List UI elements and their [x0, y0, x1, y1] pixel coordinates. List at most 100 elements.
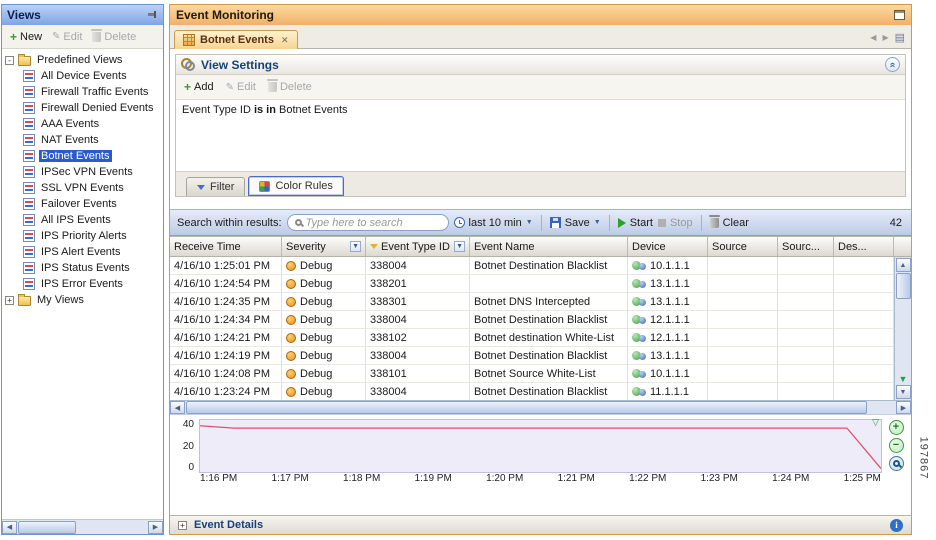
tree-item-ips-priority-alerts[interactable]: IPS Priority Alerts [2, 228, 163, 244]
table-row[interactable]: 4/16/10 1:24:34 PMDebug338004Botnet Dest… [170, 311, 894, 329]
tree-item-firewall-traffic-events[interactable]: Firewall Traffic Events [2, 84, 163, 100]
clear-button[interactable]: Clear [710, 217, 749, 229]
tree-item-failover-events[interactable]: Failover Events [2, 196, 163, 212]
column-filter-dropdown-icon[interactable]: ▼ [350, 241, 361, 252]
table-row[interactable]: 4/16/10 1:24:19 PMDebug338004Botnet Dest… [170, 347, 894, 365]
expand-expander-icon[interactable]: + [5, 296, 14, 305]
search-input[interactable] [306, 217, 441, 229]
view-settings-panel: View Settings » + Add ✎ Edit Delete Even… [175, 54, 906, 197]
start-button[interactable]: Start [618, 217, 653, 229]
time-range-dropdown[interactable]: last 10 min ▼ [454, 217, 533, 229]
table-row[interactable]: 4/16/10 1:24:35 PMDebug338301Botnet DNS … [170, 293, 894, 311]
scrollbar-thumb[interactable] [896, 273, 911, 299]
tree-item-ips-status-events[interactable]: IPS Status Events [2, 260, 163, 276]
column-header-event-type-id[interactable]: Event Type ID▼ [366, 237, 470, 256]
expand-details-icon[interactable]: + [178, 521, 187, 530]
column-header-receive-time[interactable]: Receive Time [170, 237, 282, 256]
magnifier-icon [893, 460, 900, 467]
window-title-bar: Event Monitoring [170, 5, 911, 25]
x-tick-label: 1:24 PM [772, 473, 809, 487]
add-filter-button[interactable]: + Add [180, 79, 218, 95]
table-row[interactable]: 4/16/10 1:24:08 PMDebug338101Botnet Sour… [170, 365, 894, 383]
scroll-up-icon[interactable]: ▲ [896, 258, 911, 272]
stop-button[interactable]: Stop [658, 217, 693, 229]
tree-item-all-device-events[interactable]: All Device Events [2, 68, 163, 84]
cell-destination [834, 347, 894, 365]
tree-item-firewall-denied-events[interactable]: Firewall Denied Events [2, 100, 163, 116]
tree-item-ips-alert-events[interactable]: IPS Alert Events [2, 244, 163, 260]
tree-item-predefined-views[interactable]: - Predefined Views [2, 52, 163, 68]
tab-scroll-right-icon[interactable]: ▶ [882, 33, 888, 42]
info-icon[interactable]: i [890, 519, 903, 532]
tab-filter[interactable]: Filter [186, 177, 245, 196]
scroll-left-icon[interactable]: ◀ [170, 401, 185, 414]
column-header-event-name[interactable]: Event Name [470, 237, 628, 256]
filter-expression-list[interactable]: Event Type ID is in Botnet Events [176, 100, 905, 172]
tree-item-nat-events[interactable]: NAT Events [2, 132, 163, 148]
column-header-des-[interactable]: Des... [834, 237, 894, 256]
views-tree-items: All Device EventsFirewall Traffic Events… [2, 68, 163, 292]
edit-view-button[interactable]: ✎ Edit [48, 29, 86, 45]
collapse-panel-button[interactable]: » [885, 57, 900, 72]
save-button[interactable]: Save ▼ [550, 217, 601, 229]
table-row[interactable]: 4/16/10 1:25:01 PMDebug338004Botnet Dest… [170, 257, 894, 275]
table-horizontal-scrollbar[interactable]: ◀ ▶ [170, 400, 911, 415]
device-label: 12.1.1.1 [650, 314, 690, 326]
delete-filter-button[interactable]: Delete [264, 79, 316, 95]
column-filter-dropdown-icon[interactable]: ▼ [454, 241, 465, 252]
start-label: Start [630, 217, 653, 229]
jump-to-latest-icon[interactable]: ▼ [899, 375, 908, 384]
tree-item-my-views[interactable]: + My Views [2, 292, 163, 308]
scroll-down-icon[interactable]: ▼ [896, 385, 911, 399]
table-row[interactable]: 4/16/10 1:24:54 PMDebug33820113.1.1.1 [170, 275, 894, 293]
scroll-right-icon[interactable]: ▶ [148, 521, 163, 534]
maximize-icon[interactable] [894, 10, 905, 20]
view-doc-icon [23, 198, 35, 210]
tree-item-label: IPS Priority Alerts [39, 230, 129, 242]
column-header-device[interactable]: Device [628, 237, 708, 256]
tree-item-ipsec-vpn-events[interactable]: IPSec VPN Events [2, 164, 163, 180]
tab-close-icon[interactable]: ✕ [279, 35, 289, 46]
tree-item-ips-error-events[interactable]: IPS Error Events [2, 276, 163, 292]
tab-botnet-events[interactable]: Botnet Events ✕ [174, 30, 298, 49]
toolbar-separator [541, 215, 542, 231]
tab-list-icon[interactable]: ▤ [895, 31, 905, 44]
scrollbar-thumb[interactable] [18, 521, 76, 534]
device-icon [632, 314, 646, 325]
views-tree: - Predefined Views All Device EventsFire… [2, 49, 163, 519]
table-vertical-scrollbar[interactable]: ▲ ▼ ▼ [894, 257, 911, 400]
column-header-sourc-[interactable]: Sourc... [778, 237, 834, 256]
zoom-out-button[interactable]: − [889, 438, 904, 453]
tab-bar: Botnet Events ✕ ◀ ▶ ▤ [170, 25, 911, 49]
tree-item-botnet-events[interactable]: Botnet Events [2, 148, 163, 164]
tree-item-all-ips-events[interactable]: All IPS Events [2, 212, 163, 228]
search-results-label: Search within results: [177, 217, 282, 229]
event-rate-chart[interactable]: ▽ [199, 419, 882, 473]
table-row[interactable]: 4/16/10 1:24:21 PMDebug338102Botnet dest… [170, 329, 894, 347]
tree-item-aaa-events[interactable]: AAA Events [2, 116, 163, 132]
column-header-label: Receive Time [174, 241, 241, 253]
new-view-button[interactable]: + New [6, 29, 46, 45]
collapse-expander-icon[interactable]: - [5, 56, 14, 65]
tree-item-ssl-vpn-events[interactable]: SSL VPN Events [2, 180, 163, 196]
edit-filter-button[interactable]: ✎ Edit [222, 79, 260, 95]
scroll-left-icon[interactable]: ◀ [2, 521, 17, 534]
tab-scroll-left-icon[interactable]: ◀ [870, 33, 876, 42]
pin-icon[interactable] [148, 10, 158, 20]
zoom-in-button[interactable]: + [889, 420, 904, 435]
tab-color-rules[interactable]: Color Rules [248, 176, 343, 196]
column-header-source[interactable]: Source [708, 237, 778, 256]
table-row[interactable]: 4/16/10 1:23:24 PMDebug338004Botnet Dest… [170, 383, 894, 400]
scroll-right-icon[interactable]: ▶ [896, 401, 911, 414]
cell-event-name: Botnet destination White-List [470, 329, 628, 347]
chart-slider-handle[interactable]: ▽ [872, 418, 879, 427]
cell-event-name: Botnet DNS Intercepted [470, 293, 628, 311]
views-horizontal-scrollbar[interactable]: ◀ ▶ [2, 519, 163, 534]
x-tick-label: 1:20 PM [486, 473, 523, 487]
column-header-severity[interactable]: Severity▼ [282, 237, 366, 256]
views-toolbar: + New ✎ Edit Delete [2, 25, 163, 49]
magnifier-zoom-button[interactable] [889, 456, 904, 471]
delete-view-button[interactable]: Delete [88, 29, 140, 45]
cell-severity: Debug [282, 257, 366, 275]
scrollbar-thumb[interactable] [186, 401, 867, 414]
